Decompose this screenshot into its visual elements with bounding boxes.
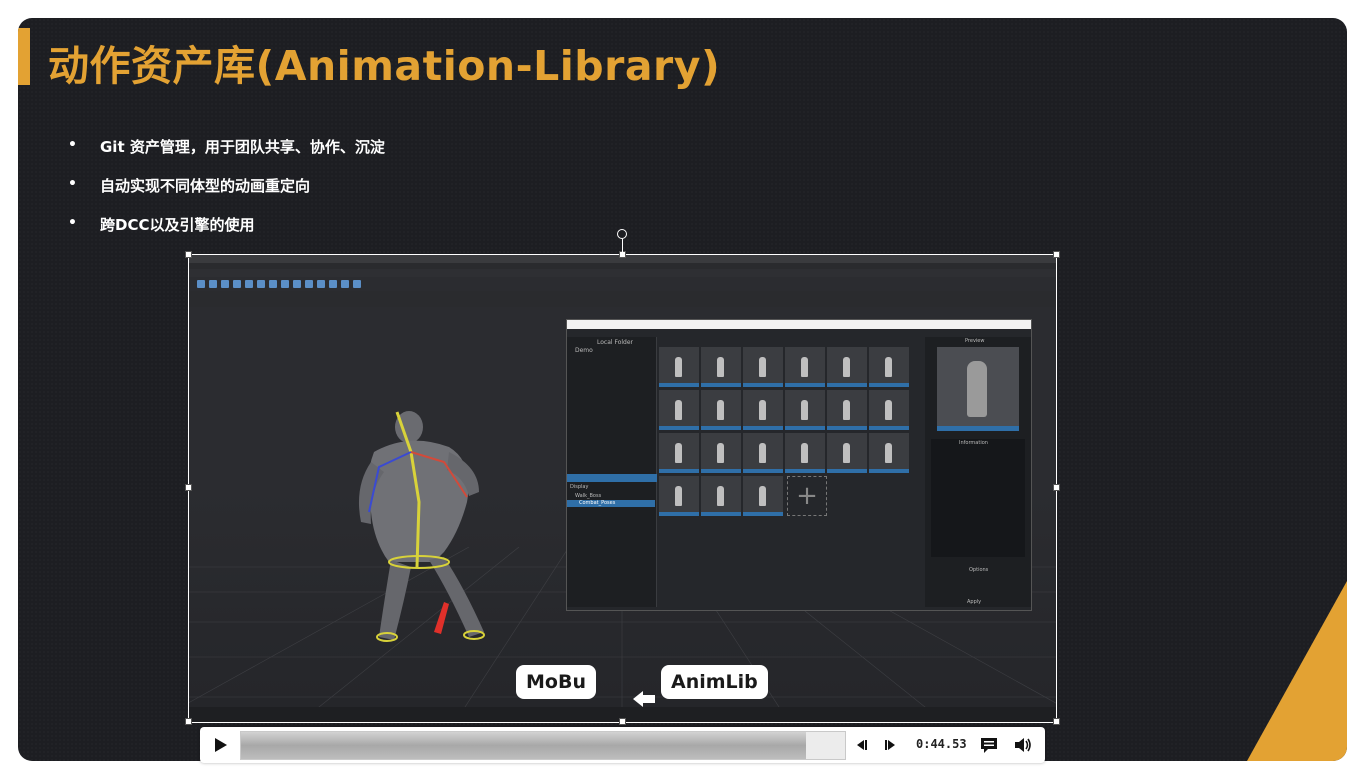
toolbar-icon	[305, 280, 313, 288]
anim-thumbnail[interactable]	[701, 347, 741, 387]
bullet-marker: •	[68, 137, 77, 153]
anim-thumbnail[interactable]	[785, 433, 825, 473]
anim-thumbnail[interactable]	[659, 476, 699, 516]
embedded-video[interactable]: Local Folder Demo Display Walk_Boss Comb…	[189, 255, 1056, 722]
anim-thumbnail[interactable]	[827, 433, 867, 473]
resize-handle[interactable]	[185, 251, 192, 258]
display-label: Display	[570, 484, 589, 490]
options-label: Options	[969, 567, 989, 573]
toolbar-icon	[281, 280, 289, 288]
resize-handle[interactable]	[185, 718, 192, 725]
character-model	[358, 411, 485, 642]
anim-thumbnail[interactable]	[659, 390, 699, 430]
anim-thumbnail[interactable]	[827, 347, 867, 387]
toolbar-icon	[317, 280, 325, 288]
local-folder-header: Local Folder	[597, 339, 633, 346]
playback-time: 0:44.53	[916, 737, 967, 751]
add-animation-icon[interactable]: +	[787, 476, 827, 516]
resize-handle[interactable]	[1053, 718, 1060, 725]
volume-icon[interactable]	[1013, 735, 1033, 755]
rotate-handle-stem	[622, 239, 623, 255]
anim-thumbnail[interactable]	[701, 390, 741, 430]
corner-decoration	[1247, 581, 1347, 761]
toolbar-icon	[269, 280, 277, 288]
anim-thumbnail[interactable]	[869, 390, 909, 430]
library-preview-panel: Preview Information Options Apply	[925, 337, 1031, 607]
bullet-text: Git 资产管理，用于团队共享、协作、沉淀	[100, 138, 385, 156]
bullet-text: 自动实现不同体型的动画重定向	[100, 177, 311, 195]
anim-thumbnail[interactable]	[743, 433, 783, 473]
bullet-marker: •	[68, 215, 77, 231]
anim-thumbnail[interactable]	[701, 433, 741, 473]
folder-combat-poses[interactable]: Combat_Poses	[579, 500, 615, 506]
toolbar-icon	[221, 280, 229, 288]
library-tab-strip[interactable]	[567, 474, 657, 482]
preview-label: Preview	[965, 338, 985, 344]
anim-thumbnail[interactable]	[785, 390, 825, 430]
anim-thumbnail[interactable]	[659, 433, 699, 473]
captions-icon[interactable]	[979, 735, 999, 755]
progress-fill	[241, 732, 806, 759]
progress-track[interactable]	[240, 731, 846, 760]
bullet-marker: •	[68, 176, 77, 192]
anim-thumbnail[interactable]	[743, 476, 783, 516]
tree-root-demo[interactable]: Demo	[575, 347, 593, 354]
resize-handle[interactable]	[1053, 251, 1060, 258]
toolbar-icon	[257, 280, 265, 288]
toolbar-icon	[245, 280, 253, 288]
toolbar-icon	[341, 280, 349, 288]
resize-handle[interactable]	[619, 718, 626, 725]
rotate-handle-icon[interactable]	[617, 229, 627, 239]
library-folder-panel[interactable]: Local Folder Demo Display Walk_Boss Comb…	[567, 337, 657, 607]
title-accent-bar	[18, 28, 30, 85]
anim-library-window[interactable]: Local Folder Demo Display Walk_Boss Comb…	[566, 319, 1032, 611]
folder-walk-boss[interactable]: Walk_Boss	[575, 493, 601, 499]
anim-thumbnail[interactable]	[701, 476, 741, 516]
toolbar-icon	[209, 280, 217, 288]
slide: 动作资产库(Animation-Library) • Git 资产管理，用于团队…	[18, 18, 1347, 761]
anim-thumbnail[interactable]	[785, 347, 825, 387]
toolbar-icon	[233, 280, 241, 288]
mobu-badge: MoBu	[516, 665, 596, 699]
anim-thumbnail[interactable]	[869, 347, 909, 387]
animlib-badge: AnimLib	[661, 665, 768, 699]
resize-handle[interactable]	[185, 484, 192, 491]
anim-thumbnail[interactable]	[743, 347, 783, 387]
anim-thumbnail[interactable]	[743, 390, 783, 430]
step-back-icon[interactable]	[852, 736, 870, 754]
toolbar-icon	[329, 280, 337, 288]
bullet-text: 跨DCC以及引擎的使用	[100, 216, 255, 234]
preview-thumbnail	[937, 347, 1019, 431]
play-icon[interactable]	[210, 735, 230, 755]
information-label: Information	[959, 440, 988, 446]
anim-thumbnail[interactable]	[827, 390, 867, 430]
arrow-left-icon	[633, 691, 655, 707]
slide-title: 动作资产库(Animation-Library)	[48, 42, 721, 90]
step-forward-icon[interactable]	[882, 736, 900, 754]
toolbar-icon	[353, 280, 361, 288]
toolbar-icon	[293, 280, 301, 288]
toolbar-icon	[197, 280, 205, 288]
resize-handle[interactable]	[1053, 484, 1060, 491]
anim-thumbnail[interactable]	[659, 347, 699, 387]
media-player-bar: 0:44.53	[200, 727, 1045, 763]
anim-thumbnail[interactable]	[869, 433, 909, 473]
apply-label[interactable]: Apply	[967, 599, 981, 605]
library-titlebar	[567, 320, 1031, 329]
